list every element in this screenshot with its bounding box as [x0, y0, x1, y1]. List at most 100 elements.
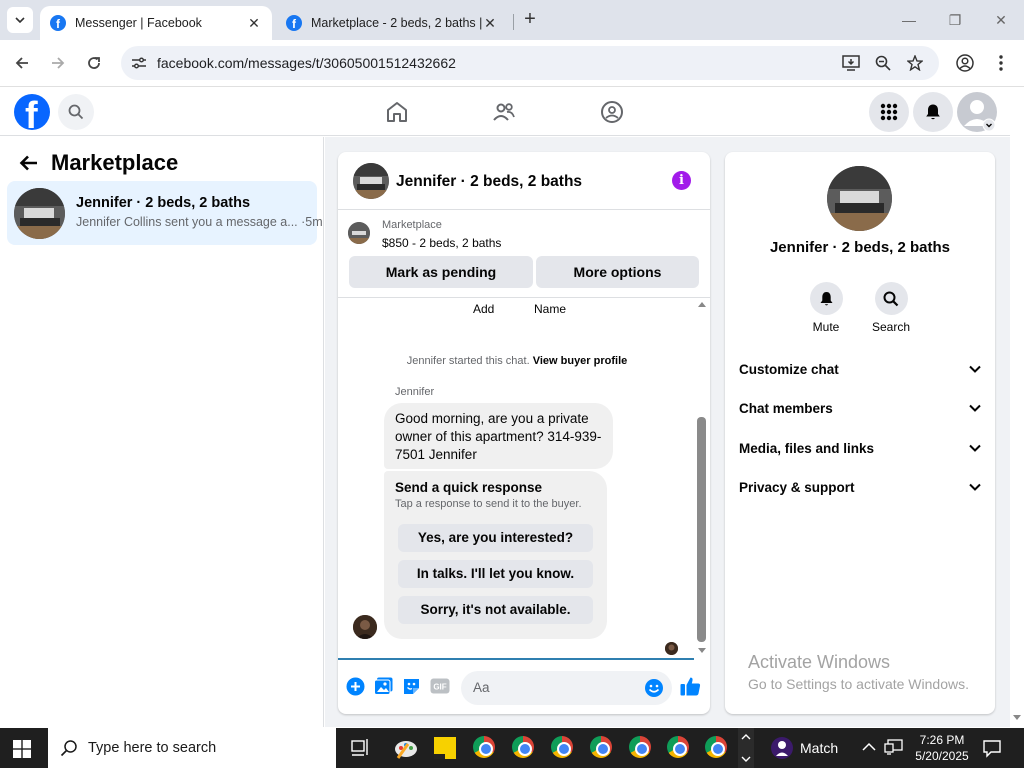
new-tab-button[interactable]: + [519, 9, 541, 31]
page-scrollbar[interactable] [1010, 88, 1024, 728]
back-arrow-icon[interactable] [18, 152, 40, 174]
more-options-button[interactable]: More options [536, 256, 699, 288]
quick-response-option[interactable]: Sorry, it's not available. [398, 596, 593, 624]
sticker-icon[interactable] [401, 676, 421, 696]
task-view-icon[interactable] [349, 736, 373, 760]
chrome-profile-4-icon[interactable] [590, 736, 614, 760]
search-action[interactable]: Search [861, 282, 921, 334]
browser-menu-button[interactable] [988, 50, 1014, 76]
menu-grid-button[interactable] [869, 92, 909, 132]
section-label: Customize chat [739, 362, 839, 377]
taskbar-overflow-scroll[interactable] [738, 728, 754, 768]
add-label[interactable]: Add [473, 302, 494, 316]
chevron-up-icon[interactable] [860, 738, 884, 762]
minimize-icon[interactable]: — [897, 8, 921, 32]
listing-thumbnail[interactable] [348, 222, 370, 244]
back-button[interactable] [9, 50, 35, 76]
groups-nav-button[interactable] [599, 99, 625, 125]
notification-center-icon[interactable] [982, 738, 1006, 762]
media-files-links-section[interactable]: Media, files and links [739, 437, 983, 461]
tab-title: Messenger | Facebook [75, 16, 202, 30]
scroll-down-arrow-icon[interactable] [698, 648, 706, 653]
message-input[interactable]: Aa [461, 671, 672, 705]
facebook-search-button[interactable] [58, 94, 94, 130]
kebab-menu-icon [999, 55, 1003, 71]
quick-response-option[interactable]: In talks. I'll let you know. [398, 560, 593, 588]
chrome-profile-5-icon[interactable] [629, 736, 653, 760]
profile-button[interactable] [952, 50, 978, 76]
search-icon [68, 104, 84, 120]
facebook-logo-icon[interactable]: f [14, 94, 50, 130]
gif-icon[interactable]: GIF [430, 676, 450, 696]
close-tab-icon[interactable]: ✕ [246, 15, 262, 32]
friends-nav-button[interactable] [491, 99, 517, 125]
paint-app-icon[interactable] [394, 736, 418, 760]
chat-scrollbar[interactable] [696, 302, 708, 656]
chat-members-section[interactable]: Chat members [739, 397, 983, 421]
tab-title: Marketplace - 2 beds, 2 baths | [311, 16, 482, 30]
scroll-up-arrow-icon[interactable] [698, 302, 706, 307]
plus-circle-icon[interactable] [345, 676, 365, 696]
close-window-icon[interactable]: ✕ [989, 8, 1013, 32]
mute-action[interactable]: Mute [796, 282, 856, 334]
chrome-profile-2-icon[interactable] [512, 736, 536, 760]
mark-as-pending-button[interactable]: Mark as pending [349, 256, 533, 288]
browser-tab-marketplace[interactable]: f Marketplace - 2 beds, 2 baths | ✕ [276, 6, 508, 40]
forward-button[interactable] [45, 50, 71, 76]
sender-name: Jennifer [395, 386, 435, 398]
quick-response-option[interactable]: Yes, are you interested? [398, 524, 593, 552]
chat-title[interactable]: Jennifer · 2 beds, 2 baths [396, 173, 582, 191]
clock-time: 7:26 PM [919, 733, 965, 747]
network-icon[interactable] [884, 738, 908, 762]
taskbar-search-box[interactable]: Type here to search [48, 728, 336, 768]
chrome-profile-1-icon[interactable] [473, 736, 497, 760]
restore-icon[interactable]: ❐ [943, 8, 967, 32]
weather-label[interactable]: Match [800, 740, 838, 756]
quick-response-card: Send a quick response Tap a response to … [384, 471, 607, 639]
conversation-name: Jennifer · 2 beds, 2 baths [76, 195, 251, 211]
thumbs-up-icon[interactable] [679, 675, 701, 697]
info-name: Jennifer · 2 beds, 2 baths [769, 239, 951, 256]
notifications-button[interactable] [913, 92, 953, 132]
privacy-support-section[interactable]: Privacy & support [739, 476, 983, 500]
photo-icon[interactable] [373, 676, 393, 696]
listing-price-title[interactable]: $850 - 2 beds, 2 baths [382, 236, 501, 250]
section-label: Chat members [739, 401, 833, 416]
bookmark-star-icon[interactable] [905, 53, 925, 73]
sticky-notes-icon[interactable] [433, 736, 457, 760]
customize-chat-section[interactable]: Customize chat [739, 358, 983, 382]
friends-icon [493, 103, 515, 121]
chrome-profile-6-icon[interactable] [667, 736, 691, 760]
chrome-profile-3-icon[interactable] [551, 736, 575, 760]
scrollbar-thumb[interactable] [697, 417, 706, 642]
account-avatar-button[interactable] [957, 92, 997, 132]
conversation-list-item[interactable]: Jennifer · 2 beds, 2 baths Jennifer Coll… [7, 181, 323, 245]
system-clock[interactable]: 7:26 PM 5/20/2025 [912, 732, 972, 764]
arrow-right-icon [52, 57, 65, 69]
chat-avatar[interactable] [353, 163, 389, 199]
reload-button[interactable] [81, 50, 107, 76]
message-thread: Add Name Jennifer started this chat. Vie… [338, 299, 696, 660]
install-app-icon[interactable] [841, 53, 861, 73]
clock-date: 5/20/2025 [915, 749, 969, 763]
view-buyer-profile-link[interactable]: View buyer profile [533, 355, 628, 367]
bell-icon [809, 282, 843, 315]
info-icon[interactable]: i [672, 171, 691, 190]
chrome-profile-7-icon[interactable] [705, 736, 729, 760]
message-bubble[interactable]: Good morning, are you a private owner of… [384, 403, 613, 469]
windows-start-icon[interactable] [13, 740, 31, 758]
zoom-icon[interactable] [873, 53, 893, 73]
chat-panel: Jennifer · 2 beds, 2 baths i Marketplace… [338, 152, 710, 714]
address-bar[interactable]: facebook.com/messages/t/3060500151243266… [121, 46, 939, 80]
site-settings-icon[interactable] [129, 53, 149, 73]
info-avatar[interactable] [827, 166, 892, 231]
scroll-down-arrow-icon[interactable] [1013, 715, 1021, 720]
sender-avatar[interactable] [353, 615, 377, 639]
browser-tab-messenger[interactable]: f Messenger | Facebook ✕ [40, 6, 272, 40]
emoji-icon[interactable] [644, 678, 664, 698]
close-tab-icon[interactable]: ✕ [482, 15, 498, 32]
tab-search-button[interactable] [7, 7, 33, 33]
match-weather-icon[interactable] [770, 736, 794, 760]
home-nav-button[interactable] [384, 99, 410, 125]
name-label[interactable]: Name [534, 302, 566, 316]
